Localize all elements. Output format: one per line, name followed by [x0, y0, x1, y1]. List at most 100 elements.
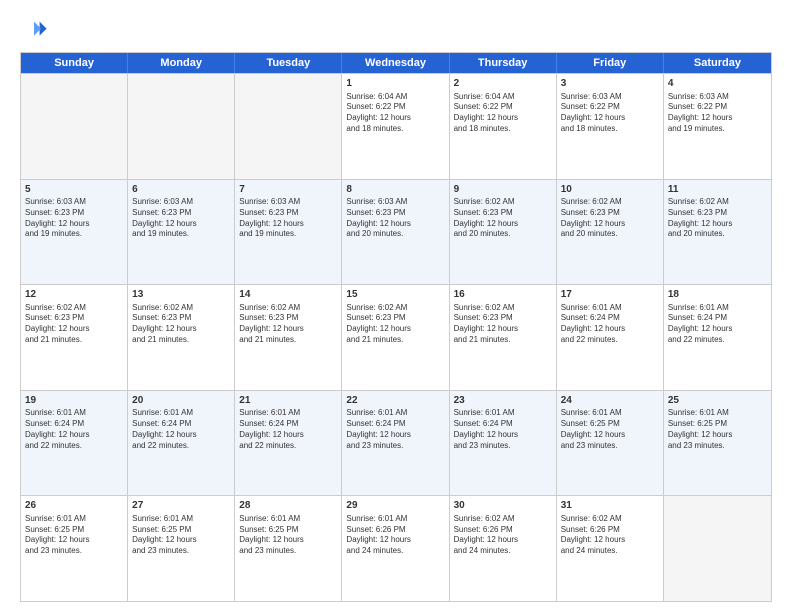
cell-line: and 19 minutes. — [25, 229, 123, 240]
calendar-cell: 30Sunrise: 6:02 AMSunset: 6:26 PMDayligh… — [450, 496, 557, 601]
cell-line: Sunset: 6:22 PM — [561, 102, 659, 113]
logo — [20, 16, 52, 44]
day-number: 31 — [561, 499, 659, 513]
cell-line: Sunset: 6:23 PM — [454, 313, 552, 324]
day-number: 11 — [668, 183, 767, 197]
cell-line: and 24 minutes. — [346, 546, 444, 557]
cell-line: Sunset: 6:22 PM — [668, 102, 767, 113]
header — [20, 16, 772, 44]
cell-line: Daylight: 12 hours — [346, 219, 444, 230]
cell-line: Daylight: 12 hours — [561, 324, 659, 335]
cell-line: Sunrise: 6:02 AM — [239, 303, 337, 314]
calendar-cell: 17Sunrise: 6:01 AMSunset: 6:24 PMDayligh… — [557, 285, 664, 390]
day-number: 12 — [25, 288, 123, 302]
cell-line: Daylight: 12 hours — [25, 219, 123, 230]
day-number: 5 — [25, 183, 123, 197]
day-number: 20 — [132, 394, 230, 408]
cell-line: and 19 minutes. — [132, 229, 230, 240]
calendar-header-cell: Sunday — [21, 53, 128, 73]
cell-line: Sunset: 6:22 PM — [454, 102, 552, 113]
cell-line: Sunset: 6:23 PM — [668, 208, 767, 219]
cell-line: Sunrise: 6:02 AM — [668, 197, 767, 208]
calendar-cell: 16Sunrise: 6:02 AMSunset: 6:23 PMDayligh… — [450, 285, 557, 390]
calendar-cell — [235, 74, 342, 179]
cell-line: Sunset: 6:25 PM — [239, 525, 337, 536]
cell-line: Sunrise: 6:01 AM — [25, 514, 123, 525]
cell-line: and 21 minutes. — [25, 335, 123, 346]
cell-line: Sunset: 6:23 PM — [454, 208, 552, 219]
calendar-header-cell: Saturday — [664, 53, 771, 73]
cell-line: and 22 minutes. — [561, 335, 659, 346]
calendar-cell: 10Sunrise: 6:02 AMSunset: 6:23 PMDayligh… — [557, 180, 664, 285]
cell-line: and 23 minutes. — [25, 546, 123, 557]
cell-line: Sunrise: 6:01 AM — [239, 514, 337, 525]
cell-line: Sunrise: 6:01 AM — [346, 408, 444, 419]
calendar-cell: 18Sunrise: 6:01 AMSunset: 6:24 PMDayligh… — [664, 285, 771, 390]
calendar-header: SundayMondayTuesdayWednesdayThursdayFrid… — [21, 53, 771, 73]
day-number: 21 — [239, 394, 337, 408]
calendar-cell: 6Sunrise: 6:03 AMSunset: 6:23 PMDaylight… — [128, 180, 235, 285]
calendar-row: 5Sunrise: 6:03 AMSunset: 6:23 PMDaylight… — [21, 179, 771, 285]
logo-icon — [20, 16, 48, 44]
cell-line: Sunrise: 6:03 AM — [668, 92, 767, 103]
calendar-header-cell: Thursday — [450, 53, 557, 73]
day-number: 8 — [346, 183, 444, 197]
calendar-cell: 12Sunrise: 6:02 AMSunset: 6:23 PMDayligh… — [21, 285, 128, 390]
cell-line: Daylight: 12 hours — [25, 535, 123, 546]
calendar-header-cell: Tuesday — [235, 53, 342, 73]
cell-line: Sunrise: 6:02 AM — [561, 197, 659, 208]
calendar-cell — [128, 74, 235, 179]
calendar-cell — [21, 74, 128, 179]
cell-line: and 22 minutes. — [25, 441, 123, 452]
cell-line: Daylight: 12 hours — [561, 219, 659, 230]
cell-line: and 20 minutes. — [668, 229, 767, 240]
calendar-cell: 19Sunrise: 6:01 AMSunset: 6:24 PMDayligh… — [21, 391, 128, 496]
cell-line: Sunrise: 6:03 AM — [561, 92, 659, 103]
cell-line: and 21 minutes. — [132, 335, 230, 346]
cell-line: and 22 minutes. — [132, 441, 230, 452]
cell-line: Daylight: 12 hours — [346, 113, 444, 124]
calendar-cell: 28Sunrise: 6:01 AMSunset: 6:25 PMDayligh… — [235, 496, 342, 601]
calendar-cell: 7Sunrise: 6:03 AMSunset: 6:23 PMDaylight… — [235, 180, 342, 285]
calendar-cell: 31Sunrise: 6:02 AMSunset: 6:26 PMDayligh… — [557, 496, 664, 601]
cell-line: Daylight: 12 hours — [561, 430, 659, 441]
cell-line: Daylight: 12 hours — [561, 535, 659, 546]
calendar-header-cell: Monday — [128, 53, 235, 73]
cell-line: Daylight: 12 hours — [132, 324, 230, 335]
day-number: 30 — [454, 499, 552, 513]
cell-line: Sunset: 6:22 PM — [346, 102, 444, 113]
day-number: 16 — [454, 288, 552, 302]
day-number: 19 — [25, 394, 123, 408]
calendar-cell: 20Sunrise: 6:01 AMSunset: 6:24 PMDayligh… — [128, 391, 235, 496]
cell-line: and 23 minutes. — [239, 546, 337, 557]
day-number: 2 — [454, 77, 552, 91]
cell-line: and 24 minutes. — [454, 546, 552, 557]
day-number: 6 — [132, 183, 230, 197]
calendar: SundayMondayTuesdayWednesdayThursdayFrid… — [20, 52, 772, 602]
cell-line: Daylight: 12 hours — [668, 430, 767, 441]
cell-line: Daylight: 12 hours — [454, 535, 552, 546]
cell-line: Daylight: 12 hours — [668, 324, 767, 335]
cell-line: Sunrise: 6:01 AM — [132, 408, 230, 419]
cell-line: Sunset: 6:25 PM — [668, 419, 767, 430]
calendar-row: 1Sunrise: 6:04 AMSunset: 6:22 PMDaylight… — [21, 73, 771, 179]
cell-line: and 23 minutes. — [346, 441, 444, 452]
cell-line: Sunset: 6:23 PM — [561, 208, 659, 219]
cell-line: Sunrise: 6:02 AM — [132, 303, 230, 314]
cell-line: Daylight: 12 hours — [346, 535, 444, 546]
cell-line: Daylight: 12 hours — [346, 430, 444, 441]
cell-line: Sunset: 6:23 PM — [132, 313, 230, 324]
cell-line: Sunrise: 6:02 AM — [561, 514, 659, 525]
cell-line: Sunset: 6:24 PM — [25, 419, 123, 430]
cell-line: Daylight: 12 hours — [346, 324, 444, 335]
cell-line: and 23 minutes. — [132, 546, 230, 557]
calendar-cell: 15Sunrise: 6:02 AMSunset: 6:23 PMDayligh… — [342, 285, 449, 390]
calendar-header-cell: Wednesday — [342, 53, 449, 73]
day-number: 1 — [346, 77, 444, 91]
cell-line: Daylight: 12 hours — [132, 430, 230, 441]
cell-line: Daylight: 12 hours — [454, 430, 552, 441]
cell-line: and 21 minutes. — [454, 335, 552, 346]
cell-line: and 21 minutes. — [346, 335, 444, 346]
cell-line: Sunrise: 6:01 AM — [668, 408, 767, 419]
day-number: 28 — [239, 499, 337, 513]
